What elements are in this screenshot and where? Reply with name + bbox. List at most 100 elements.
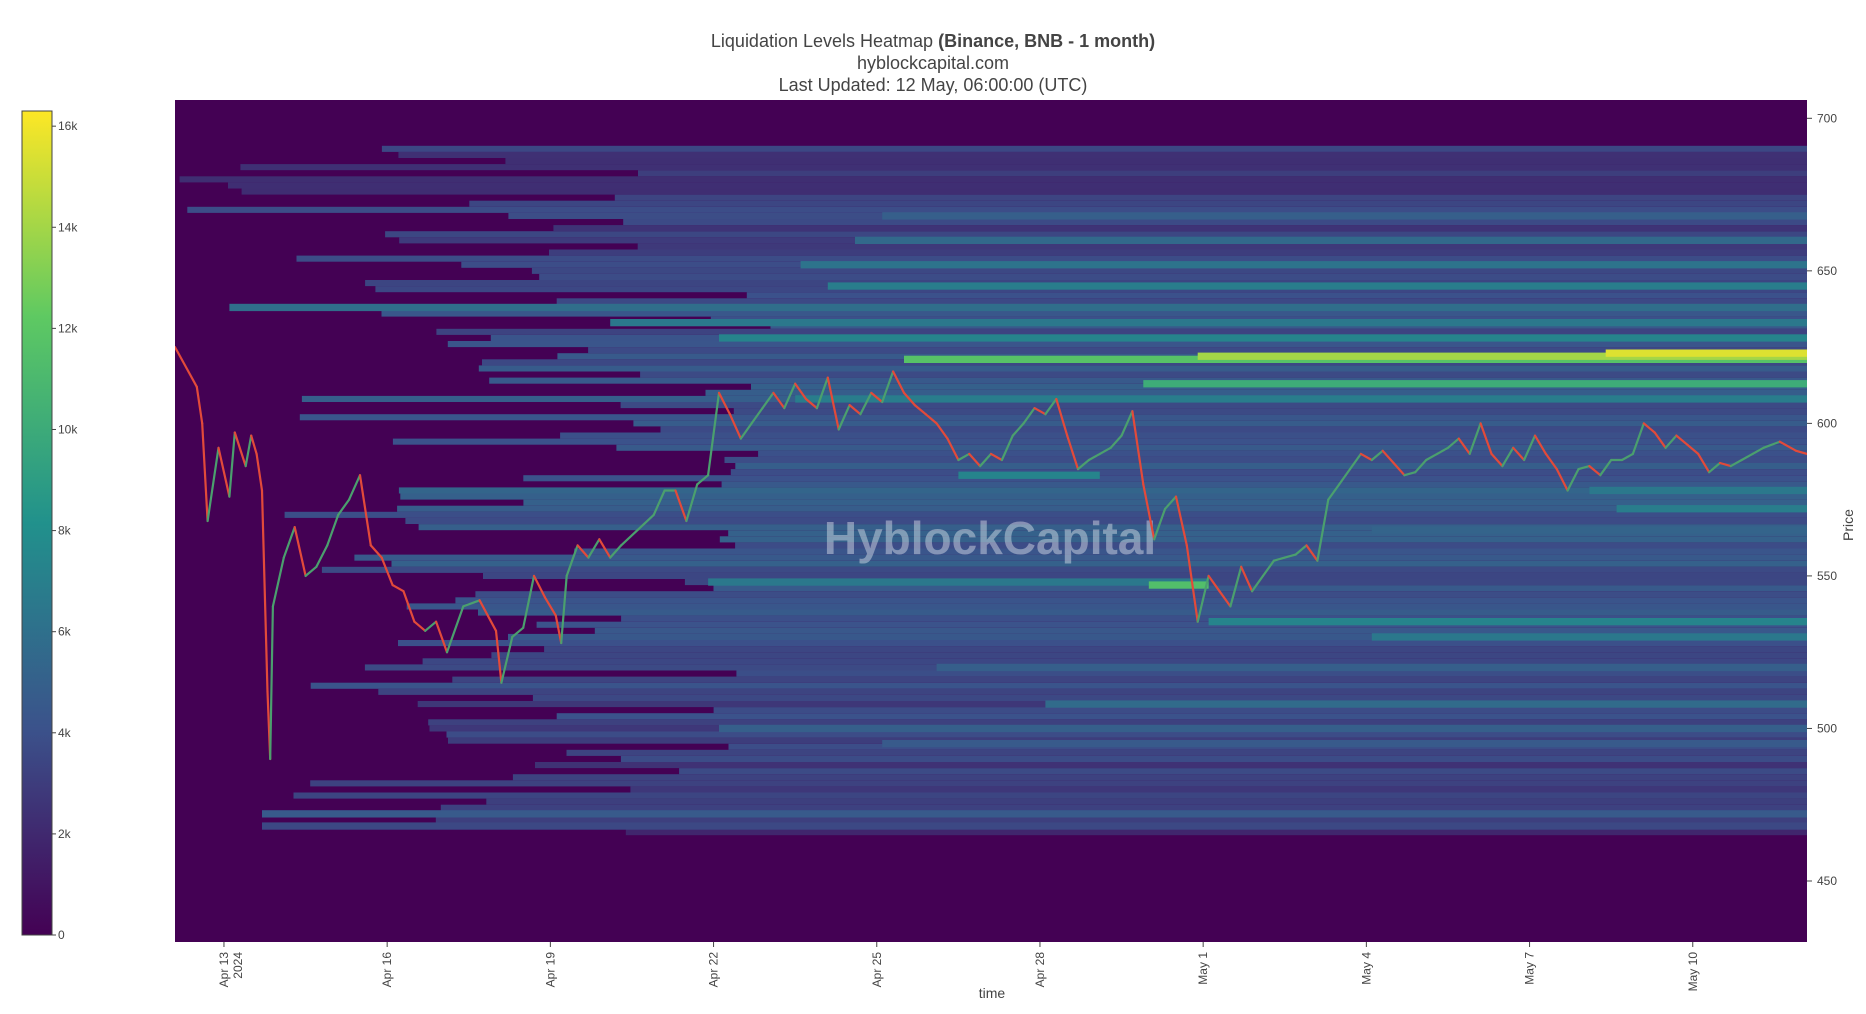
heat-row [486, 798, 1807, 805]
heat-row [637, 243, 1807, 250]
heat-row [523, 475, 1807, 482]
heat-row [422, 658, 1807, 665]
heat-row [625, 829, 1807, 836]
liquidation-band [827, 282, 1807, 290]
liquidation-band [708, 578, 1209, 586]
liquidation-band [1148, 581, 1209, 589]
liquidation-band [1208, 618, 1807, 626]
heat-row [623, 219, 1807, 226]
liquidation-band [610, 319, 1807, 327]
heat-row [187, 206, 1807, 213]
heat-row [436, 328, 1807, 335]
y-axis-label: Price [1840, 509, 1856, 541]
heat-row [296, 255, 1807, 262]
colorbar-tick-label: 4k [58, 726, 72, 740]
heat-row [241, 188, 1807, 195]
colorbar-tick-label: 16k [58, 119, 78, 133]
heat-row [435, 816, 1807, 823]
heat-row [758, 450, 1807, 457]
y-tick-label: 500 [1817, 721, 1837, 735]
heat-row [539, 273, 1807, 280]
liquidation-band [882, 740, 1807, 748]
x-axis: Apr 13 2024 Apr 16 Apr 19 Apr 22 Apr 25 Apr 28… [217, 942, 1700, 991]
heat-row [455, 597, 1807, 604]
heat-row [398, 640, 1807, 647]
colorbar-tick-label: 12k [58, 321, 78, 335]
liquidation-band [1605, 349, 1807, 357]
heat-row [556, 713, 1807, 720]
heat-row [713, 707, 1807, 714]
heat-row [594, 627, 1807, 634]
x-tick-label: May 4 [1359, 952, 1373, 985]
heat-row [406, 603, 1807, 610]
heat-row [310, 682, 1807, 689]
heat-row [400, 493, 1807, 500]
y-tick-label: 650 [1817, 264, 1837, 278]
watermark: HyblockCapital [824, 512, 1156, 564]
heat-row [483, 572, 1807, 579]
heat-row [228, 182, 1807, 189]
heat-row [620, 402, 1807, 409]
heat-row [523, 499, 1807, 506]
heat-row [505, 158, 1807, 165]
y-tick-label: 700 [1817, 111, 1837, 125]
y-tick-label: 550 [1817, 569, 1837, 583]
liquidation-band [1616, 505, 1807, 513]
heat-row [620, 755, 1807, 762]
liquidation-band [936, 663, 1807, 672]
colorbar [21, 110, 53, 936]
colorbar-tick-label: 8k [58, 524, 72, 538]
heat-row [556, 298, 1807, 305]
heat-row [660, 426, 1807, 433]
heat-row [179, 176, 1807, 183]
heat-row [378, 688, 1807, 695]
heat-row [240, 164, 1807, 171]
liquidation-band [1371, 526, 1807, 534]
heat-row [428, 719, 1807, 726]
heat-row [512, 774, 1807, 781]
heat-row [381, 310, 1807, 317]
heat-row [397, 505, 1807, 512]
heat-row [310, 780, 1807, 787]
colorbar-tick-label: 6k [58, 625, 72, 639]
x-tick-label: May 1 [1196, 952, 1210, 985]
liquidation-band [958, 471, 1100, 479]
heat-row [553, 225, 1807, 232]
heat-row [721, 481, 1807, 488]
x-tick-label: May 10 [1686, 952, 1700, 992]
liquidation-band [882, 212, 1807, 220]
heat-row [724, 456, 1807, 463]
heat-row [299, 414, 1807, 421]
liquidation-band [1371, 633, 1807, 641]
heat-row [736, 670, 1807, 677]
heat-row [398, 151, 1807, 158]
liquidation-band [719, 334, 1807, 342]
heat-row [469, 200, 1807, 207]
colorbar-tick-label: 0 [58, 928, 65, 942]
heat-row [616, 444, 1807, 451]
heat-row [574, 548, 1807, 555]
heat-row [491, 652, 1807, 659]
heat-row [385, 231, 1807, 238]
liquidation-band [1589, 486, 1807, 495]
heat-row [452, 676, 1807, 683]
heat-row [730, 469, 1807, 476]
colorbar-tick-label: 2k [58, 827, 72, 841]
heat-row [746, 292, 1807, 299]
heat-row [614, 194, 1807, 201]
heat-row [566, 749, 1807, 756]
heat-row [735, 463, 1807, 470]
heat-row [478, 609, 1807, 616]
heat-row [446, 731, 1807, 738]
heat-row [475, 591, 1807, 598]
heat-row [392, 438, 1807, 445]
liquidation-band [800, 261, 1807, 269]
heat-row [638, 170, 1807, 177]
heat-row [321, 566, 1807, 573]
heat-row [560, 432, 1807, 439]
x-axis-label: time [979, 985, 1006, 1001]
liquidation-band [795, 395, 1807, 403]
colorbar-tick-label: 10k [58, 422, 78, 436]
x-tick-label: Apr 28 [1033, 952, 1047, 988]
heat-row [293, 792, 1807, 799]
